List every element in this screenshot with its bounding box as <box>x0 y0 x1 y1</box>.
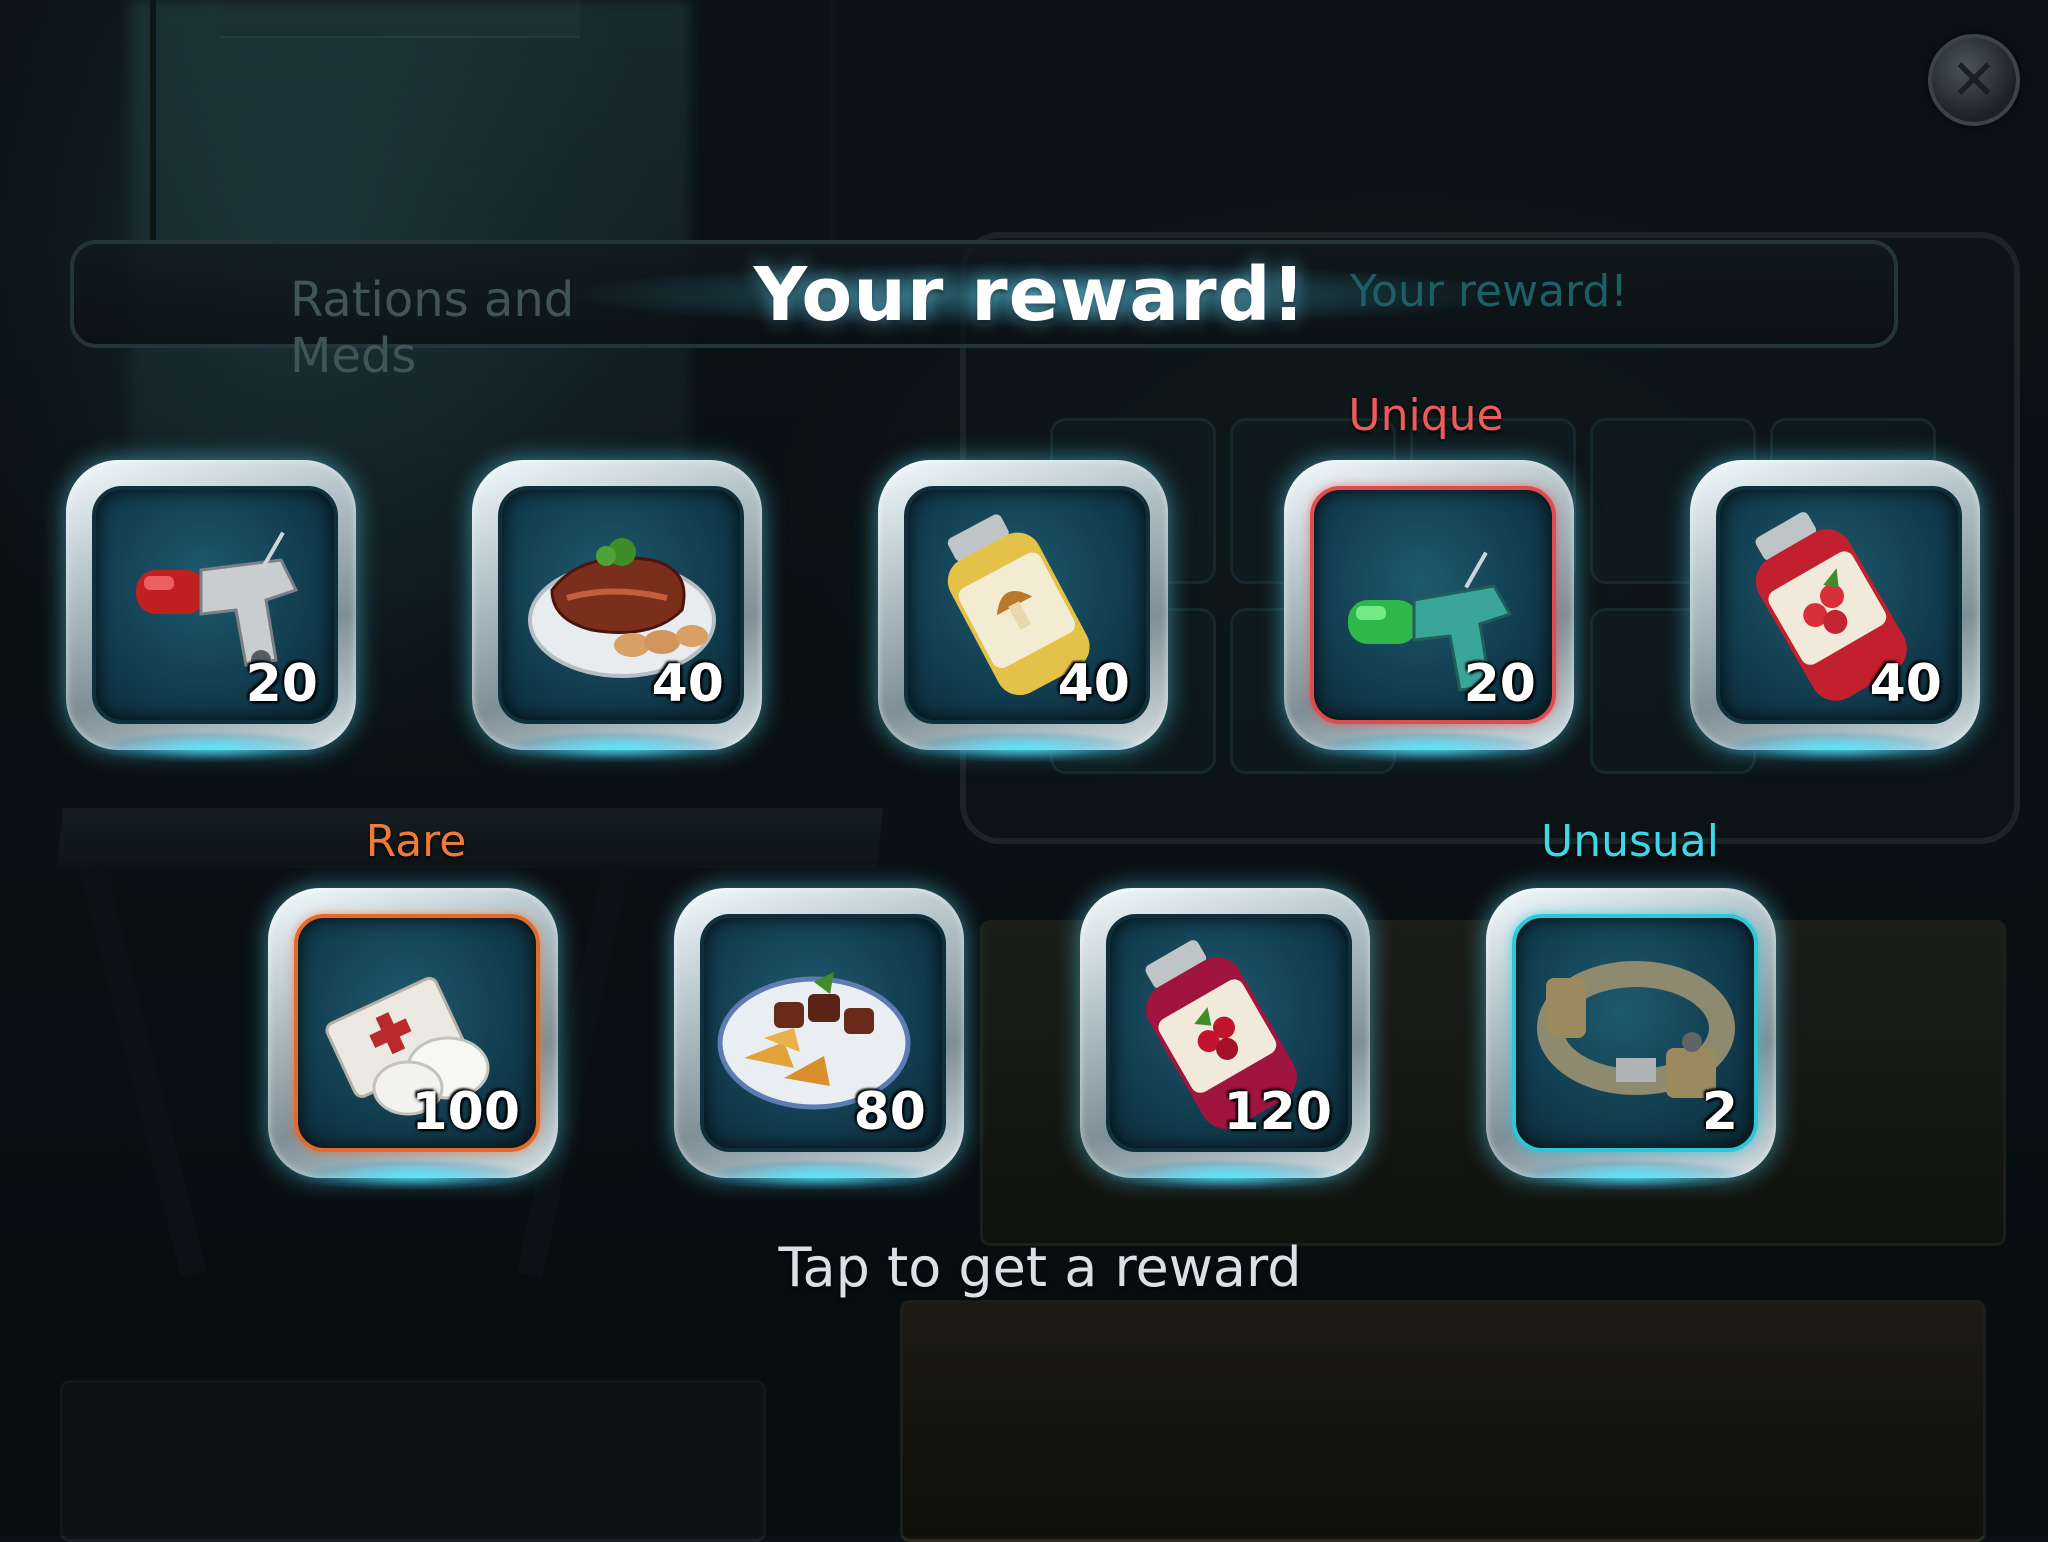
card-glow <box>1110 1160 1340 1190</box>
reward-count: 40 <box>651 654 724 714</box>
dim-overlay <box>0 0 2048 1536</box>
card-glow <box>704 1160 934 1190</box>
card-glow <box>1516 1160 1746 1190</box>
reward-card[interactable]: 20 <box>66 460 356 762</box>
reward-count: 80 <box>853 1082 926 1142</box>
tab-background-title: Your reward! <box>1350 266 1628 317</box>
card-glow <box>298 1160 528 1190</box>
reward-card[interactable]: 20 <box>1284 460 1574 762</box>
rarity-label-unique: Unique <box>1348 390 1504 441</box>
close-button[interactable]: ✕ <box>1928 34 2020 126</box>
card-glow <box>96 732 326 762</box>
card-glow <box>908 732 1138 762</box>
reward-count: 40 <box>1057 654 1130 714</box>
close-icon: ✕ <box>1950 47 1998 113</box>
reward-card[interactable]: 120 <box>1080 888 1370 1190</box>
reward-title: Your reward! <box>753 252 1307 338</box>
card-glow <box>502 732 732 762</box>
reward-card[interactable]: 40 <box>472 460 762 762</box>
rarity-label-unusual: Unusual <box>1541 816 1719 867</box>
reward-count: 100 <box>411 1082 520 1142</box>
tap-hint[interactable]: Tap to get a reward <box>700 1236 1380 1299</box>
reward-card[interactable]: 80 <box>674 888 964 1190</box>
reward-count: 120 <box>1223 1082 1332 1142</box>
reward-card[interactable]: 100 <box>268 888 558 1190</box>
reward-count: 20 <box>1463 654 1536 714</box>
card-glow <box>1314 732 1544 762</box>
tab-rations-and-meds: Rations and Meds <box>290 272 575 384</box>
reward-card[interactable]: 40 <box>1690 460 1980 762</box>
reward-count: 2 <box>1701 1082 1738 1142</box>
rarity-label-rare: Rare <box>365 816 467 867</box>
reward-count: 20 <box>245 654 318 714</box>
reward-card[interactable]: 2 <box>1486 888 1776 1190</box>
card-glow <box>1720 732 1950 762</box>
reward-count: 40 <box>1869 654 1942 714</box>
reward-card[interactable]: 40 <box>878 460 1168 762</box>
